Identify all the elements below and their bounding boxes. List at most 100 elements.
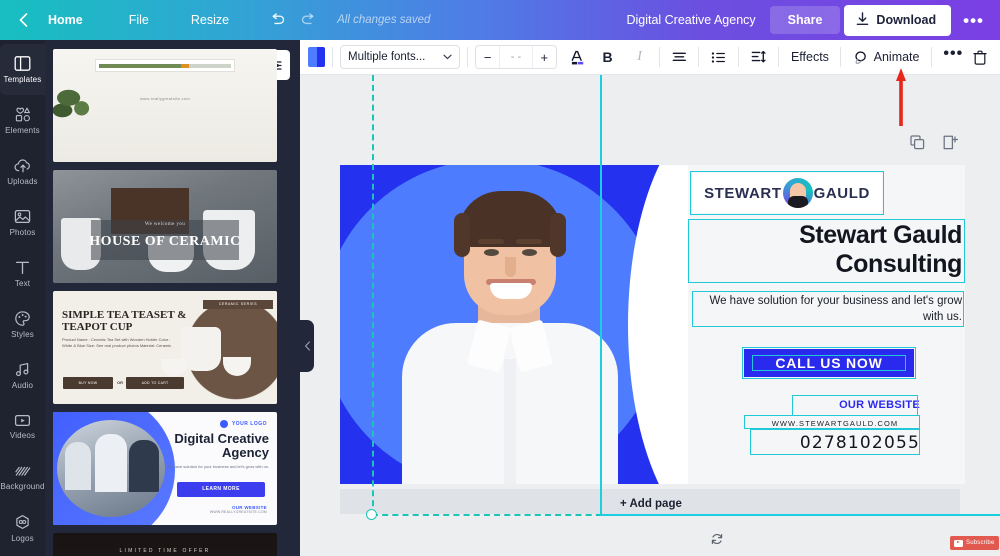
font-size-stepper: − - - +: [475, 45, 557, 69]
logo-word-1: STEWART: [704, 184, 782, 202]
design-page[interactable]: STEWART GAULD Stewart Gauld Consulting W…: [340, 165, 965, 484]
align-center-icon: [672, 52, 686, 61]
bullet-list-button[interactable]: [706, 45, 731, 69]
toolbar-divider: [840, 47, 842, 67]
share-button[interactable]: Share: [769, 6, 841, 34]
templates-panel: www.reallygreatsite.com We welcome you H…: [45, 40, 300, 556]
undo-icon[interactable]: [263, 7, 293, 33]
header-right-group: Digital Creative Agency Share Download •…: [616, 4, 1000, 36]
toolbar-divider: [467, 47, 468, 67]
buy-now-button: BUY NOW: [63, 377, 113, 389]
duplicate-page-icon[interactable]: [910, 135, 925, 155]
trash-icon: [973, 50, 987, 65]
sidebar-item-label: Background: [0, 482, 45, 491]
panel-collapse-button[interactable]: [300, 320, 314, 372]
template-card[interactable]: LIMITED TIME OFFER BLACK Sale ✦ ✦: [53, 533, 277, 556]
sidebar-item-templates[interactable]: Templates: [0, 44, 45, 95]
add-page-button[interactable]: + Add page: [620, 498, 682, 510]
elements-icon: [14, 106, 31, 123]
effects-button[interactable]: Effects: [786, 45, 833, 69]
sidebar-item-text[interactable]: Text: [0, 248, 45, 299]
chevron-left-icon[interactable]: [10, 7, 36, 33]
template-subtitle: We welcome you: [144, 222, 186, 227]
animate-button[interactable]: Animate: [848, 45, 923, 69]
design-headline[interactable]: Stewart Gauld Consulting: [692, 221, 962, 279]
header-more-button[interactable]: •••: [955, 10, 992, 31]
logo-word-2: GAULD: [813, 184, 870, 202]
learn-more-button: LEARN MORE: [177, 482, 265, 497]
animate-label: Animate: [873, 50, 920, 64]
template-title: SIMPLE TEA TEASET & TEAPOT CUP: [62, 309, 187, 333]
refresh-icon[interactable]: [710, 532, 724, 551]
home-button[interactable]: Home: [36, 8, 95, 32]
photos-icon: [14, 208, 31, 225]
vertical-guide-dashed: [372, 75, 374, 516]
template-subtitle: We have solution for your business and l…: [166, 464, 269, 469]
sidebar-item-logos[interactable]: Logos: [0, 503, 45, 554]
font-size-increase-button[interactable]: +: [533, 46, 556, 68]
bullet-list-icon: [711, 51, 726, 63]
sidebar-item-label: Styles: [11, 330, 34, 339]
design-phone-number[interactable]: 0278102055: [752, 433, 920, 453]
call-us-now-button[interactable]: CALL US NOW: [744, 349, 914, 377]
add-page-icon[interactable]: [943, 135, 959, 155]
template-logo: YOUR LOGO: [219, 420, 267, 428]
line-spacing-button[interactable]: [746, 45, 772, 69]
subscribe-label: Subscribe: [966, 540, 995, 546]
brand-logo[interactable]: STEWART GAULD: [692, 173, 882, 213]
align-button[interactable]: [667, 45, 692, 69]
sidebar-item-audio[interactable]: Audio: [0, 350, 45, 401]
design-website-url[interactable]: WWW.STEWARTGAULD.COM: [750, 419, 920, 428]
template-results-list: www.reallygreatsite.com We welcome you H…: [45, 49, 300, 556]
download-label: Download: [876, 13, 937, 27]
horizontal-guide-dashed: [372, 514, 612, 516]
portrait-photo[interactable]: [386, 173, 634, 484]
sidebar-item-styles[interactable]: Styles: [0, 299, 45, 350]
app-header: Home File Resize All changes saved Digit…: [0, 0, 1000, 40]
sidebar-item-videos[interactable]: Videos: [0, 401, 45, 452]
download-icon: [856, 11, 869, 29]
leaf-graphic: [53, 81, 105, 123]
toolbar-divider: [737, 47, 739, 67]
toolbar-more-button[interactable]: •••: [939, 45, 968, 69]
sidebar-item-uploads[interactable]: Uploads: [0, 146, 45, 197]
font-family-select[interactable]: Multiple fonts...: [340, 45, 460, 69]
text-color-swatch[interactable]: [308, 47, 325, 67]
page-actions: [910, 135, 959, 155]
design-subheadline[interactable]: We have solution for your business and l…: [696, 293, 962, 325]
template-card[interactable]: We welcome you HOUSE OF CERAMIC: [53, 170, 277, 283]
sidebar-item-label: Logos: [11, 534, 34, 543]
youtube-icon: [954, 539, 963, 547]
font-size-value[interactable]: - -: [499, 46, 533, 68]
template-card[interactable]: www.reallygreatsite.com: [53, 49, 277, 162]
vertical-guide-solid: [600, 75, 602, 516]
delete-button[interactable]: [968, 45, 992, 69]
guide-handle[interactable]: [366, 509, 377, 520]
sidebar-item-photos[interactable]: Photos: [0, 197, 45, 248]
template-card[interactable]: CERAMIC SERIES SIMPLE TEA TEASET & TEAPO…: [53, 291, 277, 404]
font-color-icon: [571, 50, 584, 64]
sidebar-item-label: Audio: [11, 381, 34, 390]
teapot-graphic: [181, 327, 221, 371]
design-website-label[interactable]: OUR WEBSITE: [802, 399, 920, 411]
bold-button[interactable]: B: [596, 45, 620, 69]
sidebar-item-elements[interactable]: Elements: [0, 95, 45, 146]
bottom-strip: [300, 516, 1000, 556]
text-toolbar: Multiple fonts... − - - + B I Effects An…: [300, 40, 1000, 75]
file-menu-button[interactable]: File: [117, 8, 161, 32]
redo-icon[interactable]: [293, 7, 323, 33]
font-size-decrease-button[interactable]: −: [476, 46, 499, 68]
subscribe-badge[interactable]: Subscribe: [950, 536, 1000, 550]
sidebar-item-label: Templates: [3, 75, 42, 84]
horizontal-guide-solid: [600, 514, 1000, 516]
audio-icon: [14, 361, 31, 378]
sidebar-item-background[interactable]: Background: [0, 452, 45, 503]
italic-button[interactable]: I: [628, 45, 652, 69]
font-color-button[interactable]: [564, 45, 591, 69]
download-button[interactable]: Download: [844, 4, 952, 36]
template-card[interactable]: YOUR LOGO Digital Creative Agency We hav…: [53, 412, 277, 525]
canva-editor-window: Home File Resize All changes saved Digit…: [0, 0, 1000, 556]
project-name[interactable]: Digital Creative Agency: [616, 8, 765, 32]
resize-button[interactable]: Resize: [179, 8, 241, 32]
template-url-text: www.reallygreatsite.com: [139, 96, 191, 101]
